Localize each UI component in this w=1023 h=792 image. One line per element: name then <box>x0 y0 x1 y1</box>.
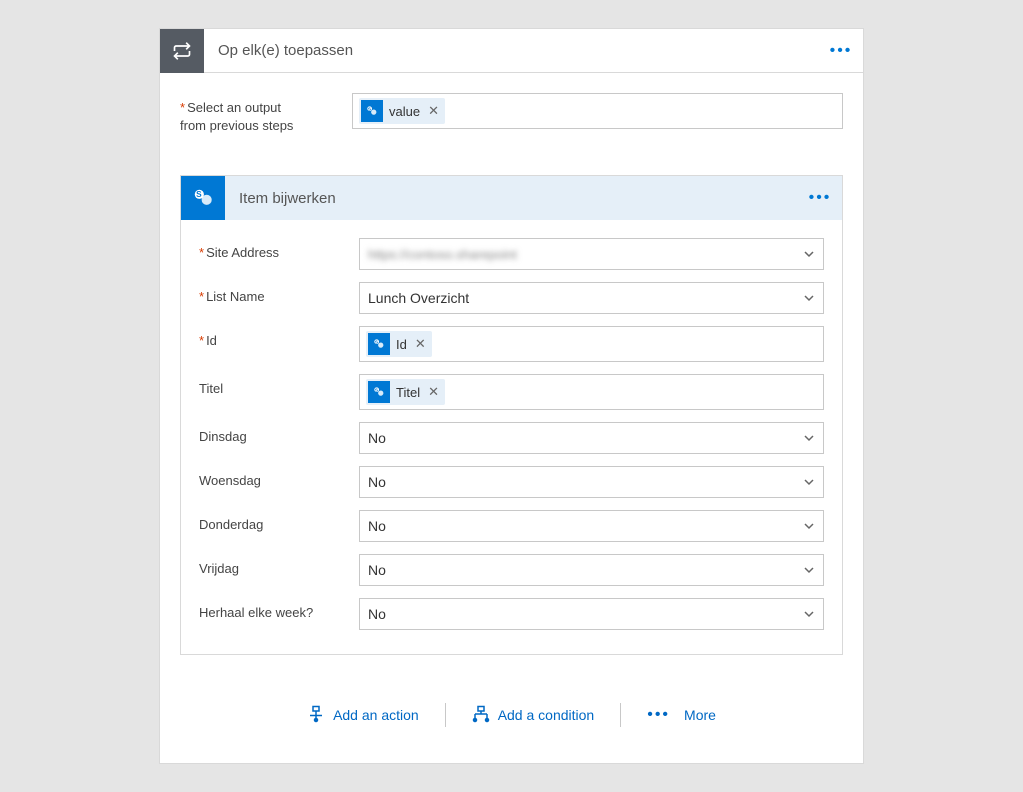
chevron-down-icon <box>803 475 815 491</box>
svg-text:S: S <box>368 106 371 111</box>
donderdag-label: Donderdag <box>199 510 359 532</box>
titel-input[interactable]: S Titel ✕ <box>359 374 824 410</box>
inner-more-button[interactable]: ••• <box>798 176 842 220</box>
select-output-input[interactable]: S value ✕ <box>352 93 843 129</box>
flow-action-card: Op elk(e) toepassen ••• *Select an outpu… <box>159 28 864 764</box>
id-label: *Id <box>199 326 359 348</box>
id-input[interactable]: S Id ✕ <box>359 326 824 362</box>
dinsdag-select[interactable]: No <box>359 422 824 454</box>
token-value[interactable]: S value ✕ <box>359 98 445 124</box>
site-address-label: *Site Address <box>199 238 359 260</box>
footer-actions: Add an action Add a condition <box>180 673 843 761</box>
chevron-down-icon <box>803 519 815 535</box>
chevron-down-icon <box>803 431 815 447</box>
token-remove-icon[interactable]: ✕ <box>428 103 439 119</box>
chevron-down-icon <box>803 563 815 579</box>
svg-text:S: S <box>375 388 378 393</box>
svg-text:S: S <box>375 340 378 345</box>
token-remove-icon[interactable]: ✕ <box>415 336 426 352</box>
vrijdag-select[interactable]: No <box>359 554 824 586</box>
update-item-title: Item bijwerken <box>225 190 798 207</box>
sharepoint-icon: S <box>368 333 390 355</box>
svg-text:S: S <box>196 190 202 199</box>
token-titel[interactable]: S Titel ✕ <box>366 379 445 405</box>
vrijdag-label: Vrijdag <box>199 554 359 576</box>
add-action-icon <box>307 705 325 726</box>
titel-label: Titel <box>199 374 359 396</box>
list-name-label: *List Name <box>199 282 359 304</box>
more-button[interactable]: ••• More <box>621 706 742 724</box>
outer-more-button[interactable]: ••• <box>819 29 863 73</box>
token-label: value <box>389 104 420 119</box>
woensdag-select[interactable]: No <box>359 466 824 498</box>
herhaal-label: Herhaal elke week? <box>199 598 359 620</box>
add-condition-button[interactable]: Add a condition <box>446 705 621 726</box>
sharepoint-icon: S <box>361 100 383 122</box>
dinsdag-label: Dinsdag <box>199 422 359 444</box>
site-address-select[interactable]: https://contoso.sharepoint <box>359 238 824 270</box>
update-item-card: S Item bijwerken ••• *Site Address https… <box>180 175 843 655</box>
sharepoint-icon: S <box>368 381 390 403</box>
sharepoint-icon: S <box>181 176 225 220</box>
loop-icon <box>160 29 204 73</box>
chevron-down-icon <box>803 607 815 623</box>
donderdag-select[interactable]: No <box>359 510 824 542</box>
add-condition-icon <box>472 705 490 726</box>
chevron-down-icon <box>803 247 815 263</box>
apply-to-each-title: Op elk(e) toepassen <box>204 42 819 59</box>
token-id[interactable]: S Id ✕ <box>366 331 432 357</box>
token-remove-icon[interactable]: ✕ <box>428 384 439 400</box>
select-output-row: *Select an output from previous steps S … <box>180 93 843 135</box>
herhaal-select[interactable]: No <box>359 598 824 630</box>
add-action-button[interactable]: Add an action <box>281 705 445 726</box>
chevron-down-icon <box>803 291 815 307</box>
apply-to-each-header: Op elk(e) toepassen ••• <box>160 29 863 73</box>
list-name-select[interactable]: Lunch Overzicht <box>359 282 824 314</box>
select-output-label: *Select an output from previous steps <box>180 93 352 135</box>
woensdag-label: Woensdag <box>199 466 359 488</box>
update-item-header: S Item bijwerken ••• <box>181 176 842 220</box>
more-dots-icon: ••• <box>647 706 670 724</box>
